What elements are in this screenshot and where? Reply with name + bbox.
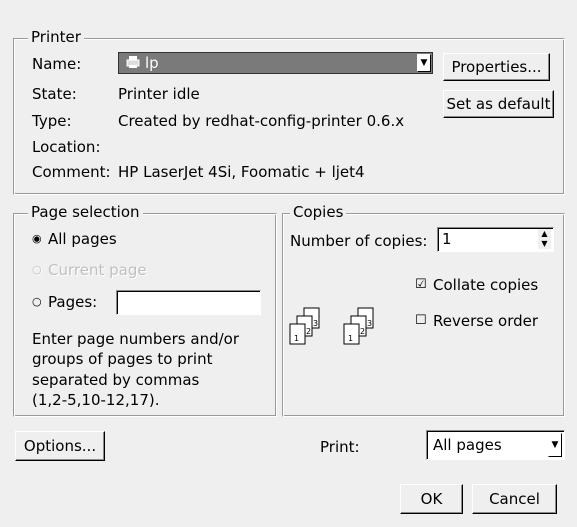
- properties-button[interactable]: Properties...: [443, 53, 550, 81]
- page-help-line1: Enter page numbers and/or: [32, 330, 240, 348]
- page-number: 3: [367, 319, 372, 328]
- print-label: Print:: [320, 438, 360, 456]
- print-range-value: All pages: [433, 436, 502, 454]
- type-label: Type:: [32, 112, 72, 130]
- copies-group-title: Copies: [290, 203, 347, 221]
- ok-button[interactable]: OK: [400, 484, 463, 514]
- collate-illustration: 3 2 1 3 2 1: [288, 300, 388, 360]
- chevron-down-icon[interactable]: ▼: [417, 54, 431, 72]
- printer-group-title: Printer: [28, 28, 84, 46]
- current-page-label: Current page: [48, 261, 147, 279]
- type-value: Created by redhat-config-printer 0.6.x: [118, 112, 405, 130]
- print-dialog: { "printer": { "group_title": "Printer",…: [0, 0, 577, 527]
- page-number: 2: [306, 327, 311, 336]
- page-number: 3: [313, 319, 318, 328]
- print-range-combo[interactable]: All pages ▼: [426, 430, 565, 460]
- page-help-line2: groups of pages to print: [32, 350, 213, 368]
- copies-value: 1: [442, 230, 452, 248]
- set-default-button[interactable]: Set as default: [443, 90, 554, 118]
- cancel-button[interactable]: Cancel: [472, 484, 557, 514]
- comment-value: HP LaserJet 4Si, Foomatic + ljet4: [118, 163, 365, 181]
- spin-down-icon[interactable]: ▼: [538, 239, 551, 249]
- page-selection-title: Page selection: [28, 203, 143, 221]
- page-help-line4: (1,2-5,10-12,17).: [32, 391, 160, 409]
- page-number: 2: [360, 327, 365, 336]
- printer-icon: [125, 55, 141, 72]
- radio-icon: ○: [32, 295, 42, 308]
- radio-icon: ○: [32, 263, 42, 276]
- page-help-line3: separated by commas: [32, 371, 200, 389]
- page-number: 1: [294, 334, 299, 343]
- options-button[interactable]: Options...: [15, 431, 105, 461]
- pages-label: Pages:: [48, 293, 98, 311]
- state-label: State:: [32, 85, 77, 103]
- printer-name-combo[interactable]: lp ▼: [118, 52, 433, 74]
- location-label: Location:: [32, 138, 101, 156]
- checkbox-icon: ☐: [415, 313, 427, 328]
- state-value: Printer idle: [118, 85, 200, 103]
- radio-selected-icon: ◉: [32, 232, 42, 245]
- chevron-down-icon[interactable]: ▼: [548, 433, 562, 457]
- reverse-order-label: Reverse order: [433, 312, 539, 330]
- comment-label: Comment:: [32, 163, 111, 181]
- checkbox-checked-icon: ☑: [415, 277, 427, 292]
- copies-spinbox[interactable]: 1 ▲ ▼: [437, 227, 554, 252]
- name-label: Name:: [32, 55, 82, 73]
- page-number: 1: [348, 334, 353, 343]
- number-of-copies-label: Number of copies:: [290, 232, 428, 250]
- printer-name-value: lp: [145, 54, 159, 72]
- collated-pages-icon: 3 2 1 3 2 1: [289, 307, 374, 345]
- all-pages-label: All pages: [48, 230, 117, 248]
- pages-input[interactable]: [116, 290, 261, 315]
- collate-label: Collate copies: [433, 276, 539, 294]
